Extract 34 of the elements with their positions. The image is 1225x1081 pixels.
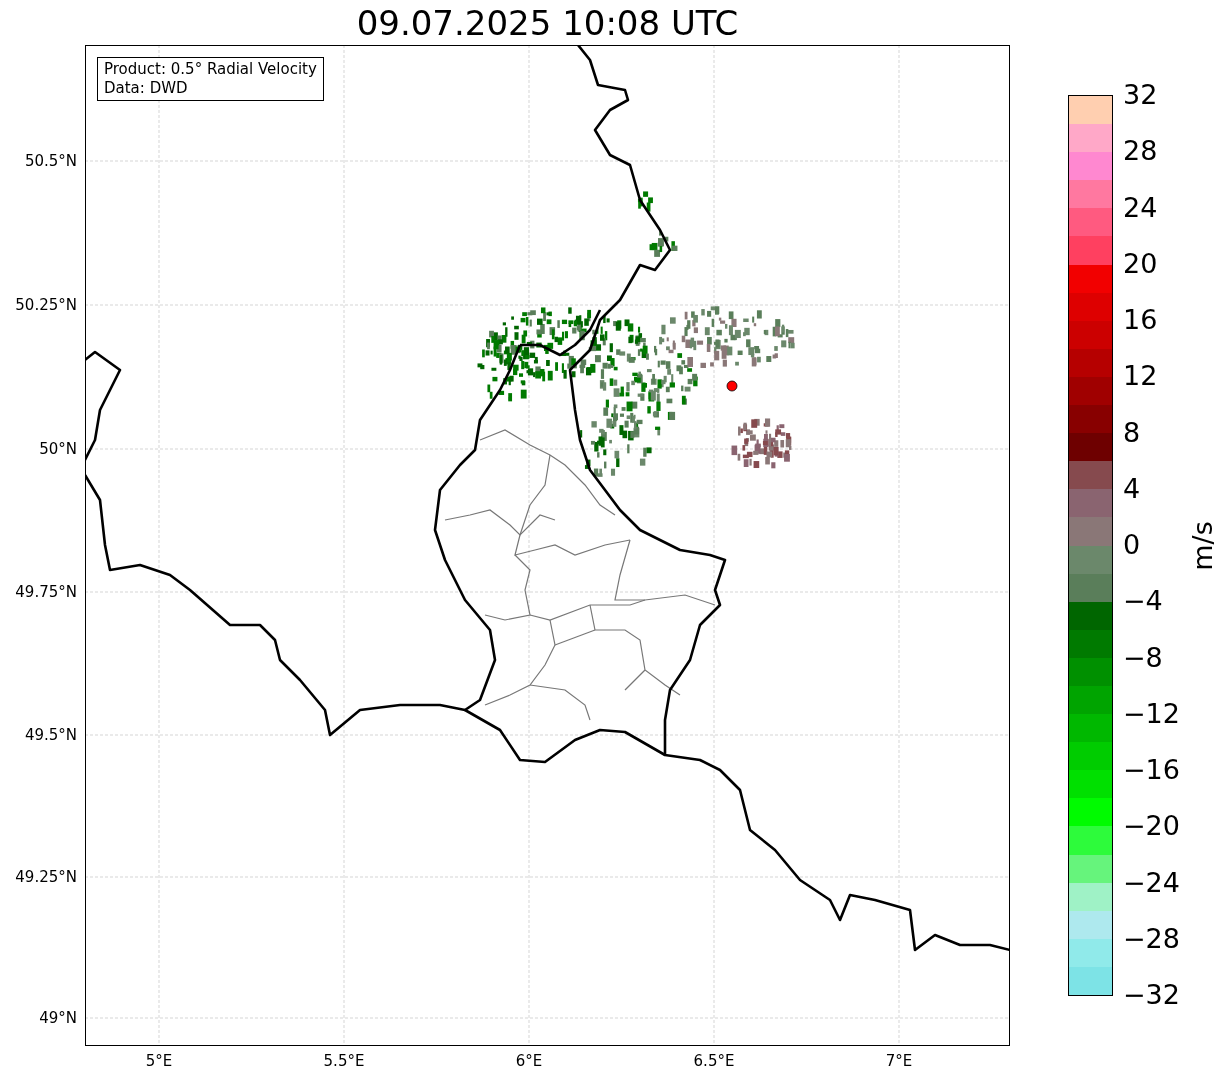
info-text: Data: DWD [104,79,189,98]
longitude-tick-label: 5.5°E [323,1052,365,1070]
latitude-tick-label: 49.5°N [24,726,77,744]
colorbar-tick-label: 8 [1123,417,1141,448]
longitude-tick-label: 6°E [515,1052,543,1070]
colorbar-tick-label: −8 [1123,642,1163,673]
longitude-tick-label: 6.5°E [693,1052,735,1070]
colorbar-unit-label: m/s [1188,520,1218,571]
colorbar-tick-label: 28 [1123,136,1158,167]
latitude-tick-label: 49.25°N [15,868,77,886]
latitude-tick-label: 49°N [39,1009,77,1027]
colorbar-tick-label: 20 [1123,248,1158,279]
colorbar-tick-label: 0 [1123,530,1141,560]
info-text: Product: 0.5° Radial Velocity [104,60,317,79]
colorbar-tick-label: 16 [1123,305,1158,335]
figure-title: 09.07.2025 10:08 UTC [356,2,739,45]
latitude-tick-label: 50.5°N [24,152,77,170]
colorbar-tick-label: −32 [1123,980,1180,1010]
colorbar-tick-label: 12 [1123,361,1158,392]
colorbar-tick-label: −24 [1123,867,1180,898]
latitude-tick-label: 50°N [39,440,77,458]
colorbar-tick-label: −16 [1123,755,1180,785]
colorbar-tick-label: −28 [1123,923,1180,954]
colorbar-tick-label: −20 [1123,811,1180,842]
longitude-tick-label: 5°E [145,1052,173,1070]
radar-site-marker [726,380,738,392]
colorbar-tick-label: 24 [1123,192,1158,223]
colorbar-tick-label: −4 [1123,586,1163,617]
colorbar-tick-label: −12 [1123,698,1180,729]
longitude-tick-label: 7°E [885,1052,913,1070]
latitude-tick-label: 50.25°N [15,296,77,314]
colorbar-tick-label: 4 [1123,473,1141,504]
colorbar-tick-label: 32 [1123,80,1158,110]
latitude-tick-label: 49.75°N [15,583,77,601]
